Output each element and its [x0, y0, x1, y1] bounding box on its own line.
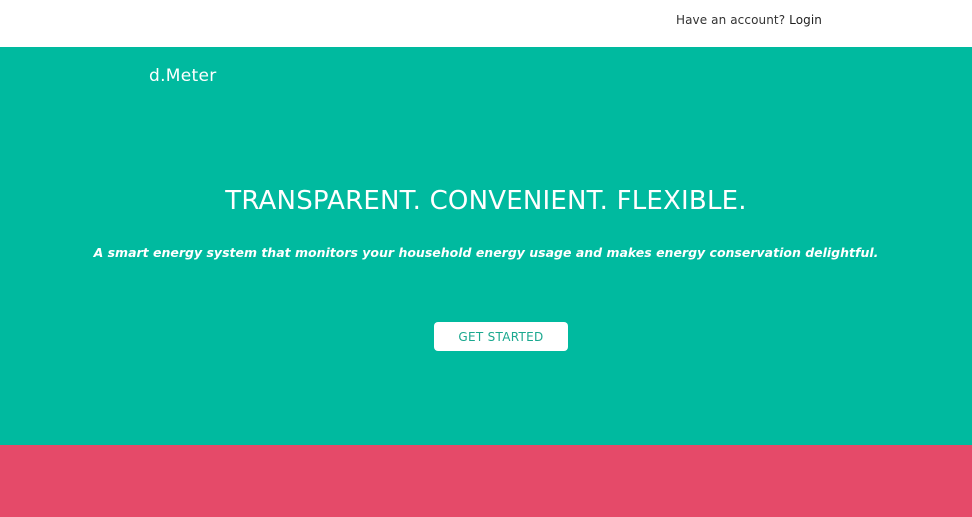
account-prompt-text: Have an account?: [675, 13, 786, 27]
get-started-button[interactable]: GET STARTED: [434, 322, 568, 351]
hero-headline: TRANSPARENT. CONVENIENT. FLEXIBLE.: [225, 186, 747, 216]
top-bar: Have an account? Login: [0, 0, 972, 47]
hero-section: d.Meter TRANSPARENT. CONVENIENT. FLEXIBL…: [0, 47, 972, 445]
login-link[interactable]: Login: [789, 13, 822, 27]
account-prompt: Have an account? Login: [676, 13, 822, 27]
hero-tagline: A smart energy system that monitors your…: [93, 245, 879, 260]
accent-band: [0, 445, 972, 517]
brand-logo[interactable]: d.Meter: [149, 66, 217, 86]
